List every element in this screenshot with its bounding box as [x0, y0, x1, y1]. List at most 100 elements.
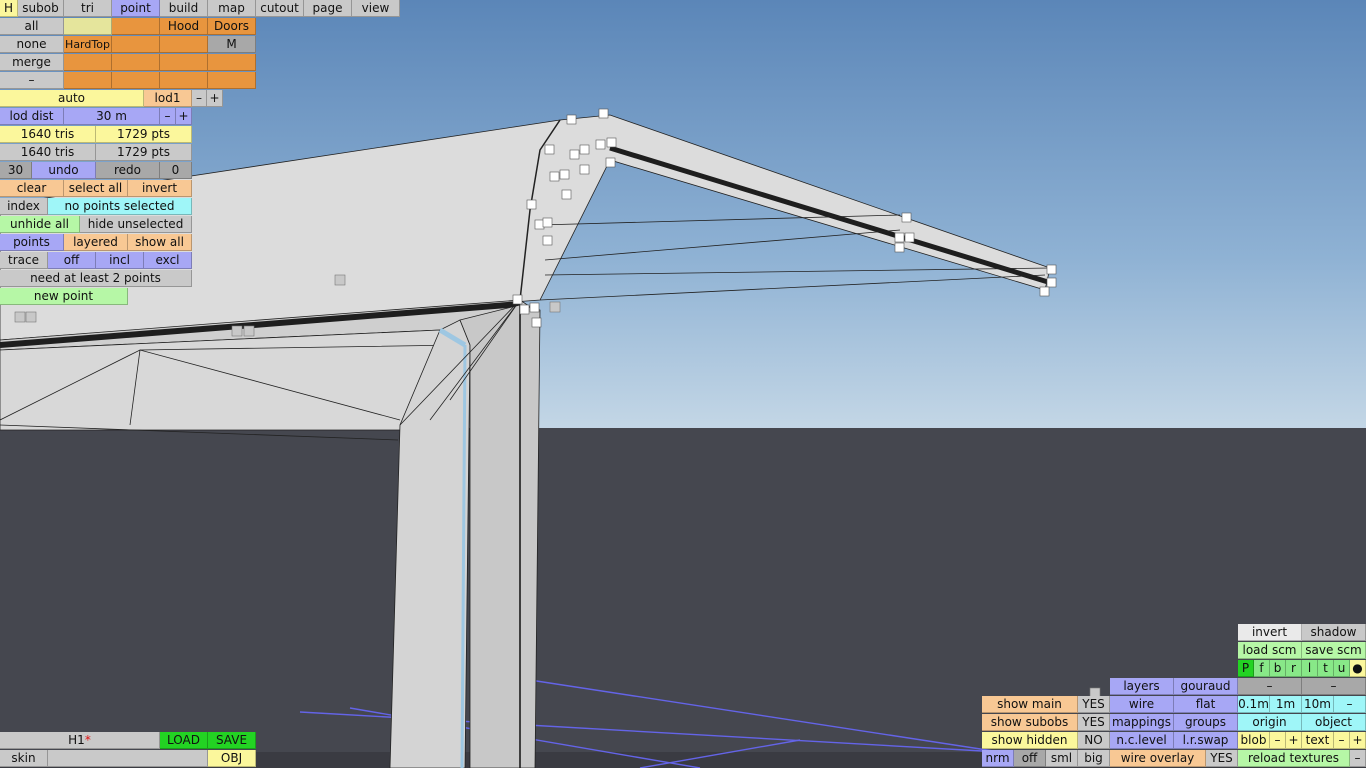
lod-dist-plus-button[interactable]: +: [176, 108, 192, 125]
dash-button-2[interactable]: –: [1302, 678, 1366, 695]
tab-page[interactable]: page: [304, 0, 352, 17]
channel-l-button[interactable]: l: [1302, 660, 1318, 677]
undo-button[interactable]: undo: [32, 162, 96, 179]
subob-slot[interactable]: [160, 36, 208, 53]
skin-button[interactable]: skin: [0, 750, 48, 767]
channel-t-button[interactable]: t: [1318, 660, 1334, 677]
text-button[interactable]: text: [1302, 732, 1334, 749]
subob-slot[interactable]: [208, 72, 256, 89]
nc-level-button[interactable]: n.c.level: [1110, 732, 1174, 749]
layers-button[interactable]: layers: [1110, 678, 1174, 695]
grid-1m-button[interactable]: 1m: [1270, 696, 1302, 713]
flat-button[interactable]: flat: [1174, 696, 1238, 713]
trace-incl-button[interactable]: incl: [96, 252, 144, 269]
subob-doors[interactable]: Doors: [208, 18, 256, 35]
hide-unselected-button[interactable]: hide unselected: [80, 216, 192, 233]
subob-merge-button[interactable]: merge: [0, 54, 64, 71]
dash-button-1[interactable]: –: [1238, 678, 1302, 695]
channel-b-button[interactable]: b: [1270, 660, 1286, 677]
show-subobs-toggle[interactable]: YES: [1078, 714, 1110, 731]
invert-button[interactable]: invert: [1238, 624, 1302, 641]
show-hidden-toggle[interactable]: NO: [1078, 732, 1110, 749]
subob-hardtop[interactable]: HardTop: [64, 36, 112, 53]
grid-minus-button[interactable]: –: [1334, 696, 1366, 713]
channel-dot-button[interactable]: ●: [1350, 660, 1366, 677]
lod-level[interactable]: lod1: [144, 90, 192, 107]
tab-h[interactable]: H: [0, 0, 18, 17]
select-all-button[interactable]: select all: [64, 180, 128, 197]
subob-m[interactable]: M: [208, 36, 256, 53]
subob-slot[interactable]: [64, 54, 112, 71]
shadow-button[interactable]: shadow: [1302, 624, 1366, 641]
tab-cutout[interactable]: cutout: [256, 0, 304, 17]
lod-minus-button[interactable]: –: [192, 90, 207, 107]
subob-slot[interactable]: [112, 36, 160, 53]
skin-field[interactable]: [48, 750, 208, 767]
size-sml-button[interactable]: sml: [1046, 750, 1078, 767]
tab-subob[interactable]: subob: [18, 0, 64, 17]
subob-slot[interactable]: [112, 72, 160, 89]
trace-excl-button[interactable]: excl: [144, 252, 192, 269]
points-mode-button[interactable]: points: [0, 234, 64, 251]
tab-view[interactable]: view: [352, 0, 400, 17]
gouraud-button[interactable]: gouraud: [1174, 678, 1238, 695]
invert-selection-button[interactable]: invert: [128, 180, 192, 197]
subob-slot[interactable]: [64, 72, 112, 89]
subob-slot[interactable]: [64, 18, 112, 35]
channel-p-button[interactable]: P: [1238, 660, 1254, 677]
subob-all-button[interactable]: all: [0, 18, 64, 35]
tab-map[interactable]: map: [208, 0, 256, 17]
channel-r-button[interactable]: r: [1286, 660, 1302, 677]
grid-0-1m-button[interactable]: 0.1m: [1238, 696, 1270, 713]
load-scm-button[interactable]: load scm: [1238, 642, 1302, 659]
tab-build[interactable]: build: [160, 0, 208, 17]
obj-button[interactable]: OBJ: [208, 750, 256, 767]
unhide-all-button[interactable]: unhide all: [0, 216, 80, 233]
lod-auto-button[interactable]: auto: [0, 90, 144, 107]
text-plus-button[interactable]: +: [1350, 732, 1366, 749]
subob-none-button[interactable]: none: [0, 36, 64, 53]
subob-slot[interactable]: [112, 54, 160, 71]
blob-minus-button[interactable]: –: [1270, 732, 1286, 749]
subob-slot[interactable]: [112, 18, 160, 35]
size-big-button[interactable]: big: [1078, 750, 1110, 767]
channel-u-button[interactable]: u: [1334, 660, 1350, 677]
object-button[interactable]: object: [1302, 714, 1366, 731]
tab-point[interactable]: point: [112, 0, 160, 17]
subob-slot[interactable]: [160, 72, 208, 89]
size-off-button[interactable]: off: [1014, 750, 1046, 767]
mappings-button[interactable]: mappings: [1110, 714, 1174, 731]
trace-off-button[interactable]: off: [48, 252, 96, 269]
subob-dash-button[interactable]: –: [0, 72, 64, 89]
show-main-toggle[interactable]: YES: [1078, 696, 1110, 713]
redo-button[interactable]: redo: [96, 162, 160, 179]
save-scm-button[interactable]: save scm: [1302, 642, 1366, 659]
channel-f-button[interactable]: f: [1254, 660, 1270, 677]
size-nrm-button[interactable]: nrm: [982, 750, 1014, 767]
load-button[interactable]: LOAD: [160, 732, 208, 749]
index-button[interactable]: index: [0, 198, 48, 215]
lod-dist-value[interactable]: 30 m: [64, 108, 160, 125]
subob-slot[interactable]: [160, 54, 208, 71]
viewport-3d[interactable]: [0, 0, 1366, 768]
subob-hood[interactable]: Hood: [160, 18, 208, 35]
wire-button[interactable]: wire: [1110, 696, 1174, 713]
lod-dist-minus-button[interactable]: –: [160, 108, 176, 125]
save-button[interactable]: SAVE: [208, 732, 256, 749]
new-point-button[interactable]: new point: [0, 288, 128, 305]
lr-swap-button[interactable]: l.r.swap: [1174, 732, 1238, 749]
text-minus-button[interactable]: –: [1334, 732, 1350, 749]
show-all-button[interactable]: show all: [128, 234, 192, 251]
tab-tri[interactable]: tri: [64, 0, 112, 17]
subob-slot[interactable]: [208, 54, 256, 71]
origin-button[interactable]: origin: [1238, 714, 1302, 731]
lod-plus-button[interactable]: +: [207, 90, 223, 107]
reload-textures-button[interactable]: reload textures: [1238, 750, 1350, 767]
wire-overlay-toggle[interactable]: YES: [1206, 750, 1238, 767]
reload-minus-button[interactable]: –: [1350, 750, 1366, 767]
blob-plus-button[interactable]: +: [1286, 732, 1302, 749]
blob-button[interactable]: blob: [1238, 732, 1270, 749]
layered-button[interactable]: layered: [64, 234, 128, 251]
clear-selection-button[interactable]: clear: [0, 180, 64, 197]
groups-button[interactable]: groups: [1174, 714, 1238, 731]
